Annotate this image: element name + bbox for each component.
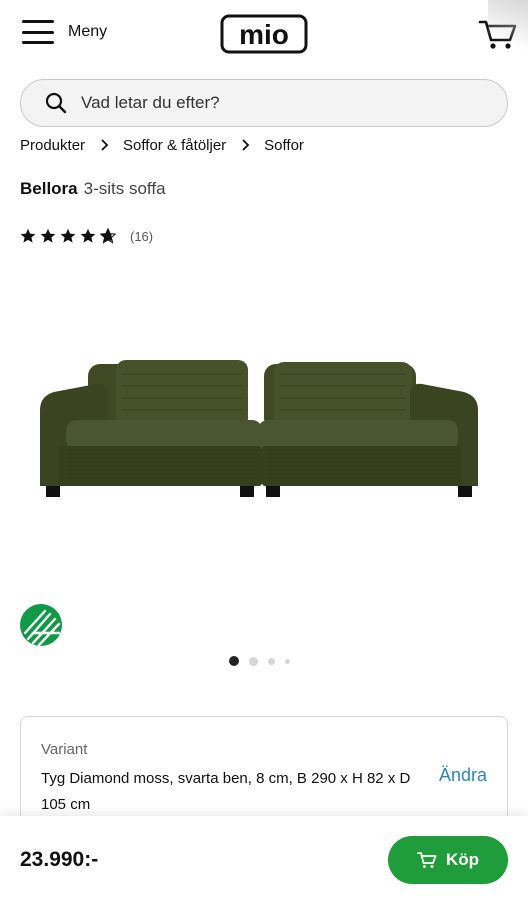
- menu-label: Meny: [68, 23, 108, 40]
- star-icon: [60, 228, 76, 243]
- sofa-image[interactable]: [36, 350, 482, 506]
- corner-shading: [488, 0, 528, 60]
- pagination-dot[interactable]: [249, 656, 258, 666]
- breadcrumb: Produkter Soffor & fåtöljer Soffor: [20, 135, 304, 155]
- star-icon: [20, 228, 36, 243]
- search-bar[interactable]: [20, 79, 508, 127]
- variant-label: Variant: [41, 741, 88, 758]
- search-input[interactable]: [81, 93, 461, 113]
- breadcrumb-item-produkter[interactable]: Produkter: [20, 137, 85, 154]
- breadcrumb-item-soffor[interactable]: Soffor: [264, 137, 304, 154]
- pagination-dot-active[interactable]: [229, 656, 239, 666]
- pagination-dot[interactable]: [285, 658, 290, 664]
- breadcrumb-item-soffor-fatoljer[interactable]: Soffor & fåtöljer: [123, 137, 226, 154]
- buy-button[interactable]: Köp: [388, 836, 508, 884]
- pagination-dot[interactable]: [268, 657, 275, 665]
- mio-logo[interactable]: mio: [220, 14, 308, 54]
- variant-value: Tyg Diamond moss, svarta ben, 8 cm, B 29…: [41, 770, 411, 813]
- review-count: (16): [130, 228, 154, 244]
- bottom-bar: 23.990:- Köp: [0, 816, 528, 900]
- header: Meny mio: [0, 0, 528, 70]
- cart-icon: [417, 852, 437, 868]
- variant-card: Variant Tyg Diamond moss, svarta ben, 8 …: [20, 716, 508, 826]
- menu-button[interactable]: Meny: [22, 20, 107, 44]
- star-icon: [80, 228, 96, 243]
- hamburger-icon: [22, 20, 54, 44]
- nordic-swan-ecolabel-icon: [20, 604, 62, 647]
- star-icon: [40, 228, 56, 243]
- rating[interactable]: (16): [20, 228, 153, 244]
- chevron-right-icon: [242, 139, 250, 151]
- change-variant-link[interactable]: Ändra: [439, 765, 487, 786]
- half-star-icon: [100, 228, 116, 244]
- product-title: Bellora 3-sits soffa: [20, 179, 166, 199]
- search-icon: [45, 92, 67, 114]
- buy-label: Köp: [445, 850, 480, 869]
- logo-text: mio: [239, 19, 289, 50]
- product-brand: Bellora: [20, 179, 78, 198]
- price: 23.990:-: [20, 848, 99, 871]
- chevron-right-icon: [101, 139, 109, 151]
- image-pagination: [229, 656, 300, 666]
- product-subtitle: 3-sits soffa: [83, 179, 166, 198]
